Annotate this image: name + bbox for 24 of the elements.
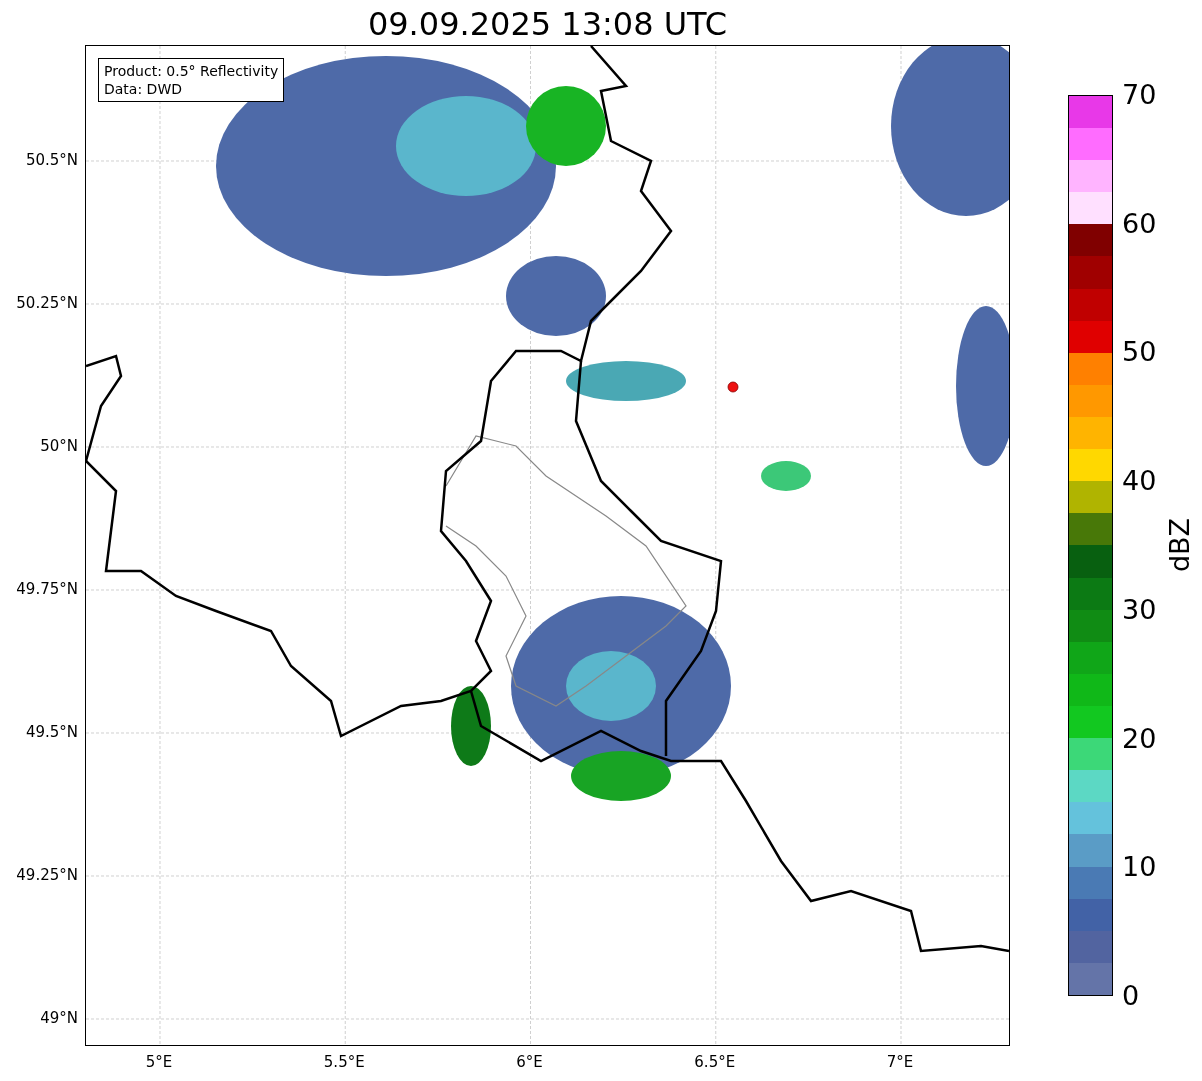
axis-tick-label: 49°N (40, 1009, 78, 1027)
colorbar-tick-label: 60 (1122, 207, 1157, 239)
axis-tick-label: 49.25°N (16, 866, 78, 884)
axis-tick-label: 49.75°N (16, 580, 78, 598)
colorbar-tick-label: 10 (1122, 851, 1157, 883)
colorbar-tick-label: 40 (1122, 465, 1157, 497)
legend-text: Product: 0.5° Reflectivity (104, 62, 279, 80)
colorbar-tick-label: 50 (1122, 336, 1157, 368)
axis-tick-label: 7°E (886, 1053, 914, 1071)
axis-tick-label: 50°N (40, 437, 78, 455)
chart-title: 09.09.2025 13:08 UTC (367, 5, 728, 43)
legend-text: Data: DWD (104, 80, 183, 98)
colorbar-tick-label: 20 (1122, 722, 1157, 754)
axis-tick-label: 5°E (145, 1053, 173, 1071)
axis-tick-label: 50.25°N (16, 294, 78, 312)
colorbar-tick-label: 30 (1122, 593, 1157, 625)
colorbar-label: dBZ (1165, 517, 1195, 573)
axis-tick-label: 6°E (516, 1053, 543, 1071)
axis-tick-label: 49.5°N (25, 723, 78, 741)
axis-tick-label: 5.5°E (323, 1053, 365, 1071)
axis-tick-label: 50.5°N (25, 151, 78, 169)
colorbar-tick-label: 70 (1122, 79, 1157, 110)
axis-tick-label: 6.5°E (694, 1053, 736, 1071)
colorbar-tick-label: 0 (1122, 980, 1140, 1011)
